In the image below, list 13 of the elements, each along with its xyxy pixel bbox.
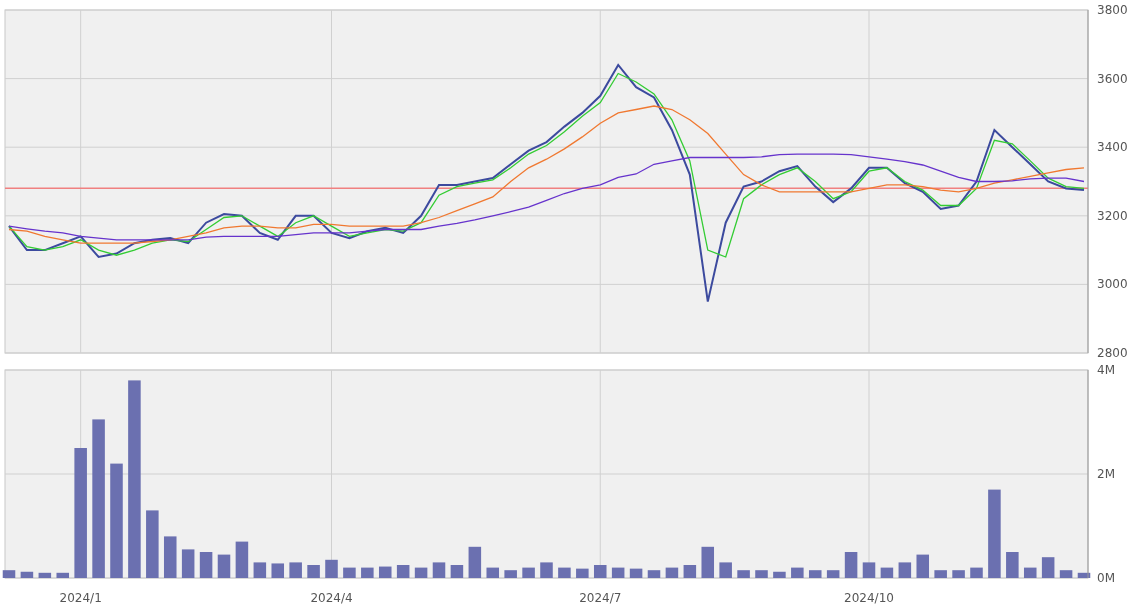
axis-label: 2M: [1097, 467, 1115, 481]
axis-label: 3800: [1097, 3, 1128, 17]
axis-label: 4M: [1097, 363, 1115, 377]
axis-label: 2024/4: [310, 591, 353, 605]
axis-label: 3600: [1097, 71, 1128, 86]
axis-label: 3400: [1097, 140, 1128, 155]
axis-label: 2024/7: [579, 591, 622, 605]
axis-label: 2024/1: [59, 591, 102, 605]
axis-label: 2800: [1097, 346, 1128, 360]
axis-label: 3000: [1097, 277, 1128, 292]
axis-label: 3200: [1097, 208, 1128, 223]
axis-label: 2024/10: [844, 591, 894, 605]
axis-label: 0M: [1097, 571, 1115, 585]
